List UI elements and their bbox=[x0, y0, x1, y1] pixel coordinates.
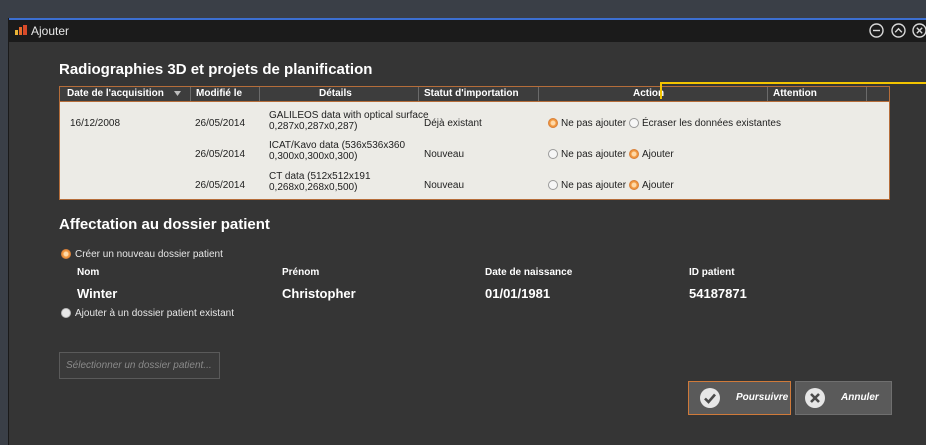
col-details-label: Détails bbox=[319, 88, 352, 99]
radio-add-label[interactable]: Ajouter bbox=[642, 180, 674, 191]
add-dialog: Ajouter Radiographies 3D et projets de p… bbox=[8, 18, 926, 445]
col-details-header[interactable]: Détails bbox=[319, 87, 352, 101]
radio-add-existing-patient[interactable] bbox=[61, 308, 71, 318]
add-existing-patient-label[interactable]: Ajouter à un dossier patient existant bbox=[75, 308, 234, 319]
assignment-heading: Affectation au dossier patient bbox=[59, 216, 270, 233]
select-patient-button[interactable]: Sélectionner un dossier patient... bbox=[59, 352, 220, 379]
radio-skip-label[interactable]: Ne pas ajouter bbox=[561, 180, 626, 191]
row-status: Nouveau bbox=[424, 180, 465, 191]
row-status: Déjà existant bbox=[424, 118, 482, 129]
maximize-button[interactable] bbox=[890, 22, 907, 39]
col-date-header[interactable]: Date de l'acquisition bbox=[67, 87, 164, 101]
minimize-icon bbox=[869, 23, 884, 38]
row-modified: 26/05/2014 bbox=[195, 149, 246, 160]
last-name-value: Winter bbox=[77, 286, 118, 301]
app-icon bbox=[15, 25, 27, 35]
radio-add[interactable] bbox=[629, 149, 639, 159]
col-attention-label: Attention bbox=[773, 88, 817, 99]
row-details-line2: 0,268x0,268x0,500) bbox=[269, 182, 358, 193]
last-name-label: Nom bbox=[77, 267, 100, 278]
radio-skip[interactable] bbox=[548, 180, 558, 190]
row-details-line1: GALILEOS data with optical surface bbox=[269, 110, 429, 121]
row-status: Nouveau bbox=[424, 149, 465, 160]
row-details-line2: 0,300x0,300x0,300) bbox=[269, 151, 358, 162]
callout-connector bbox=[660, 82, 662, 99]
col-status-header[interactable]: Statut d'importation bbox=[424, 87, 519, 101]
imports-table: Date de l'acquisition Modifié le Détails… bbox=[59, 86, 890, 200]
table-header: Date de l'acquisition Modifié le Détails… bbox=[60, 87, 889, 102]
column-divider bbox=[190, 87, 191, 101]
radio-add[interactable] bbox=[629, 180, 639, 190]
col-status-label: Statut d'importation bbox=[424, 88, 519, 99]
imports-heading: Radiographies 3D et projets de planifica… bbox=[59, 61, 373, 78]
radio-overwrite-label[interactable]: Écraser les données existantes bbox=[642, 118, 781, 129]
title-bar: Ajouter bbox=[9, 18, 926, 42]
cancel-label: Annuler bbox=[841, 392, 879, 403]
birthdate-value: 01/01/1981 bbox=[485, 286, 551, 301]
radio-skip-label[interactable]: Ne pas ajouter bbox=[561, 149, 626, 160]
continue-label: Poursuivre bbox=[736, 392, 789, 403]
patient-id-value: 54187871 bbox=[689, 286, 747, 301]
create-new-patient-label[interactable]: Créer un nouveau dossier patient bbox=[75, 249, 223, 260]
callout-line bbox=[660, 82, 926, 84]
row-modified: 26/05/2014 bbox=[195, 118, 246, 129]
col-attention-header[interactable]: Attention bbox=[773, 87, 817, 101]
col-modified-label: Modifié le bbox=[196, 88, 243, 99]
radio-skip-label[interactable]: Ne pas ajouter bbox=[561, 118, 626, 129]
birthdate-label: Date de naissance bbox=[485, 267, 573, 278]
row-modified: 26/05/2014 bbox=[195, 180, 246, 191]
row-date: 16/12/2008 bbox=[70, 118, 121, 129]
select-patient-placeholder: Sélectionner un dossier patient... bbox=[66, 360, 212, 371]
close-icon bbox=[912, 23, 926, 38]
sort-desc-icon[interactable] bbox=[174, 91, 181, 96]
row-details-line2: 0,287x0,287x0,287) bbox=[269, 121, 358, 132]
radio-create-new-patient[interactable] bbox=[61, 249, 71, 259]
minimize-button[interactable] bbox=[868, 22, 885, 39]
column-divider bbox=[418, 87, 419, 101]
column-divider bbox=[259, 87, 260, 101]
radio-skip[interactable] bbox=[548, 118, 558, 128]
column-divider bbox=[866, 87, 867, 101]
check-icon bbox=[700, 388, 720, 408]
column-divider bbox=[538, 87, 539, 101]
patient-id-label: ID patient bbox=[689, 267, 735, 278]
window-title: Ajouter bbox=[31, 24, 70, 38]
cancel-button[interactable]: Annuler bbox=[795, 381, 892, 415]
radio-skip[interactable] bbox=[548, 149, 558, 159]
col-date-label: Date de l'acquisition bbox=[67, 88, 164, 99]
first-name-label: Prénom bbox=[282, 267, 320, 278]
first-name-value: Christopher bbox=[282, 286, 356, 301]
radio-add-label[interactable]: Ajouter bbox=[642, 149, 674, 160]
row-details-line1: CT data (512x512x191 bbox=[269, 171, 371, 182]
close-button[interactable] bbox=[911, 22, 926, 39]
row-details-line1: ICAT/Kavo data (536x536x360 bbox=[269, 140, 406, 151]
column-divider bbox=[767, 87, 768, 101]
x-icon bbox=[805, 388, 825, 408]
col-modified-header[interactable]: Modifié le bbox=[196, 87, 242, 101]
radio-overwrite[interactable] bbox=[629, 118, 639, 128]
maximize-icon bbox=[891, 23, 906, 38]
continue-button[interactable]: Poursuivre bbox=[688, 381, 791, 415]
